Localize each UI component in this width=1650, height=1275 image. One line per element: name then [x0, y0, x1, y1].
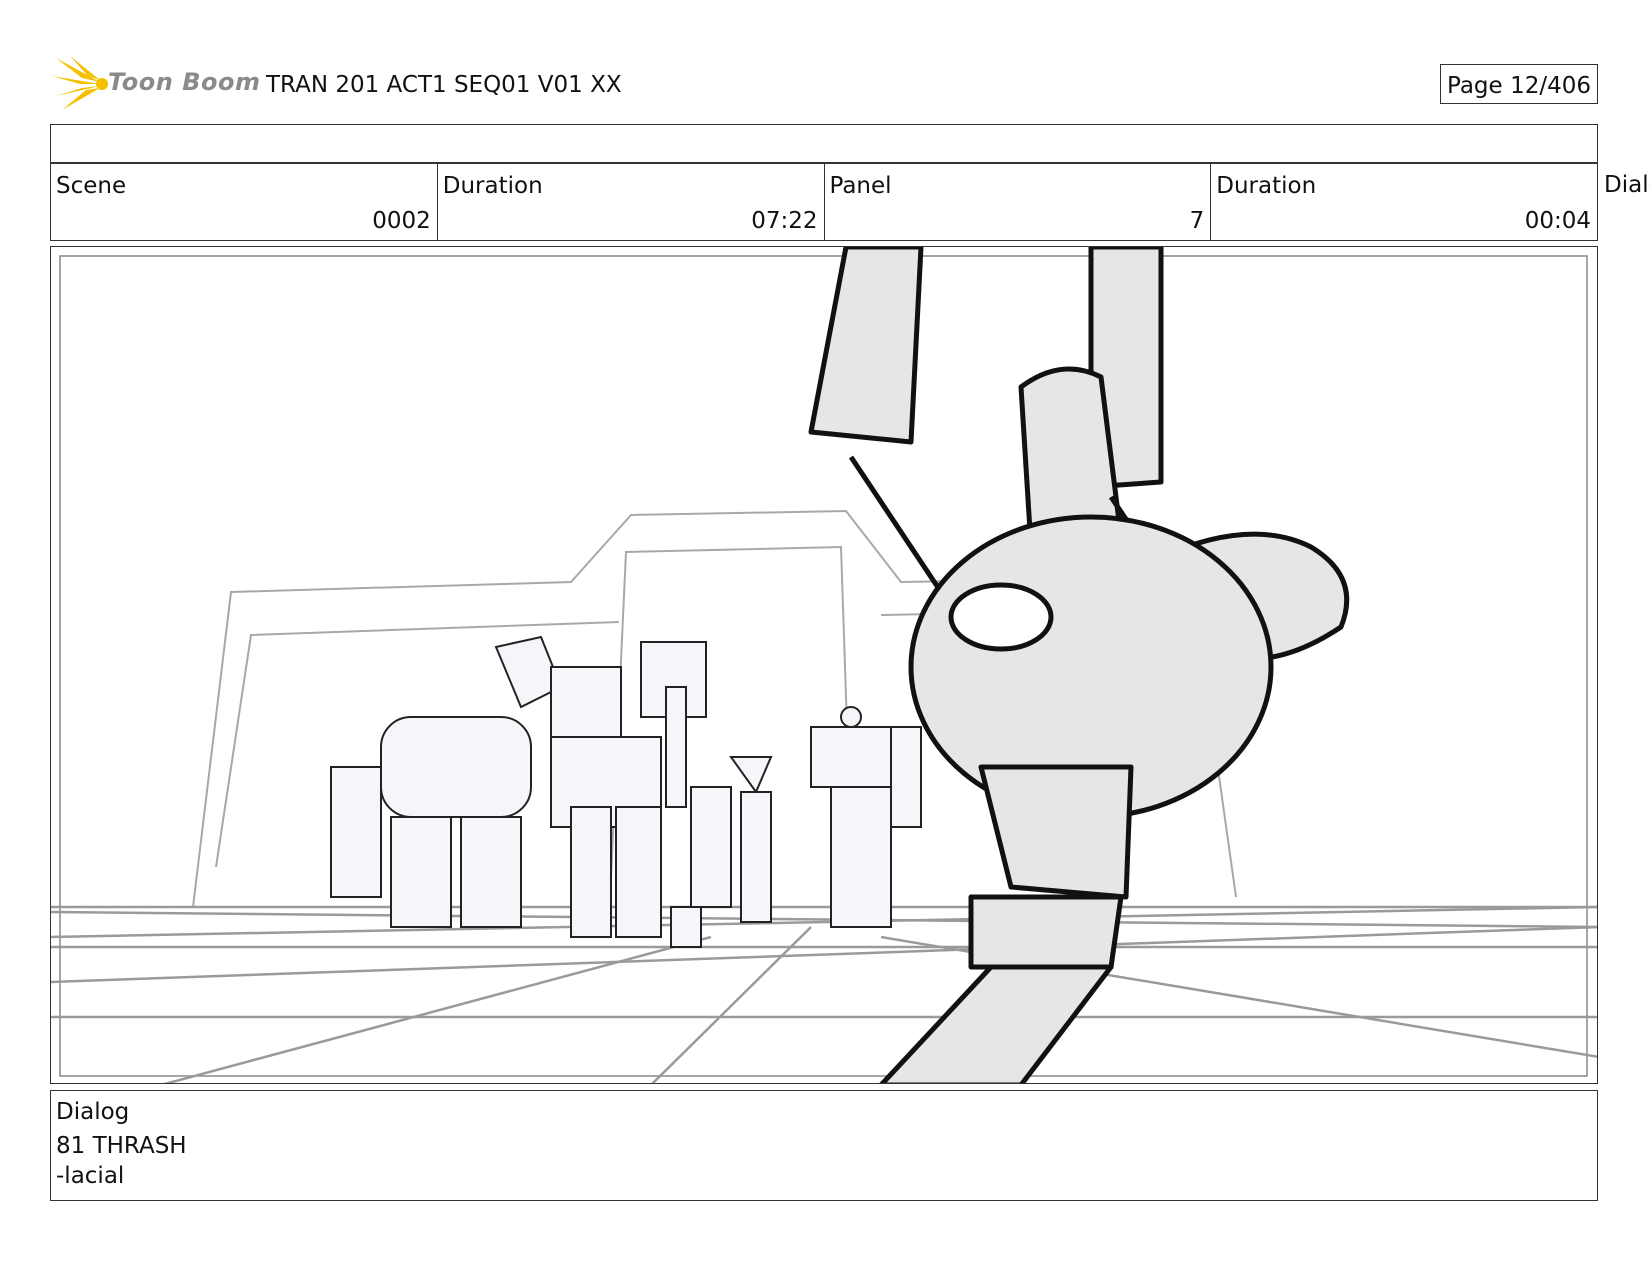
storyboard-panel-frame — [50, 246, 1598, 1084]
foreground-character — [808, 247, 1350, 1083]
dialog-line-speaker: 81 THRASH — [56, 1133, 187, 1159]
storyboard-sketch — [51, 247, 1597, 1083]
scene-duration-cell: Duration 07:22 — [438, 163, 825, 240]
floor-grid — [51, 905, 1597, 1083]
panel-duration-label: Duration — [1216, 173, 1317, 199]
dialog-label: Dialog — [56, 1099, 130, 1125]
robot-crowd — [330, 635, 922, 948]
document-title: TRAN 201 ACT1 SEQ01 V01 XX — [266, 72, 622, 98]
panel-info-row: Scene 0002 Duration 07:22 Panel 7 Durati… — [50, 162, 1598, 241]
dialog-line-text: -lacial — [56, 1163, 125, 1189]
panel-cell: Panel 7 — [825, 163, 1212, 240]
scene-label: Scene — [56, 173, 127, 199]
dialog-column-overflow-label: Dialo — [1604, 172, 1650, 198]
scene-cell: Scene 0002 — [51, 163, 438, 240]
dialog-section: Dialog 81 THRASH -lacial — [50, 1090, 1598, 1201]
page-number: 12/406 — [1510, 73, 1591, 99]
page-label: Page — [1447, 73, 1503, 99]
page-indicator: Page 12/406 — [1440, 64, 1598, 104]
panel-label: Panel — [829, 173, 892, 199]
scene-duration-value: 07:22 — [751, 208, 818, 234]
scene-value: 0002 — [372, 208, 431, 234]
panel-duration-cell: Duration 00:04 — [1211, 163, 1597, 240]
panel-value: 7 — [1189, 208, 1205, 234]
blank-header-row — [50, 124, 1598, 164]
brand-wordmark: Toon Boom — [108, 68, 261, 96]
panel-duration-value: 00:04 — [1524, 208, 1591, 234]
scene-duration-label: Duration — [442, 173, 543, 199]
